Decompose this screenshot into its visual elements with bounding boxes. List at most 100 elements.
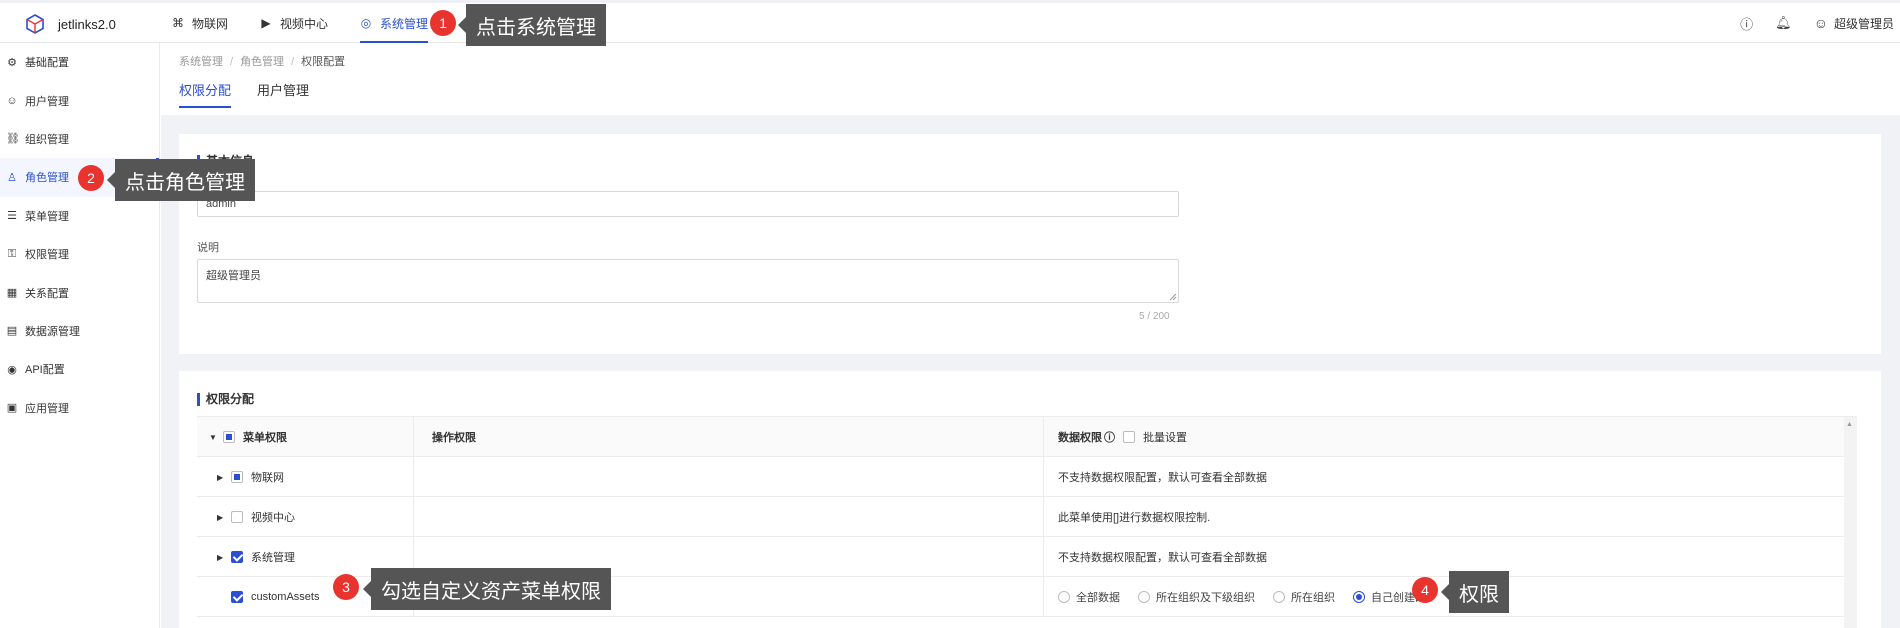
top-header: jetlinks2.0 ⌘ 物联网 ▶ 视频中心 ◎ 系统管理 ⓘ 🔔︎ ☺ 超… <box>0 0 1900 43</box>
question-icon[interactable]: ⓘ <box>1104 429 1115 445</box>
breadcrumb-item[interactable]: 系统管理 <box>179 56 223 68</box>
org-icon: ⛓ <box>6 133 20 146</box>
sidebar-item-label: 菜单管理 <box>25 210 69 223</box>
header-actions: ⓘ 🔔︎ ☺ 超级管理员 <box>1718 3 1894 43</box>
sidebar-item-label: 权限管理 <box>25 249 69 262</box>
sidebar-item-menu[interactable]: ☰ 菜单管理 <box>0 197 159 235</box>
sidebar-item-label: API配置 <box>25 364 65 377</box>
user-avatar-icon: ☺ <box>1813 15 1828 31</box>
desc-textarea[interactable]: 超级管理员 <box>197 259 1179 303</box>
step-tooltip-2: 点击角色管理 <box>107 159 255 201</box>
users-icon: ☺ <box>6 94 18 107</box>
sidebar-item-label: 关系配置 <box>25 287 69 300</box>
datasource-icon: ▤ <box>6 325 18 338</box>
api-icon: ◉ <box>7 363 17 376</box>
sidebar-item-label: 用户管理 <box>25 95 69 108</box>
sidebar-item-label: 组织管理 <box>25 133 69 146</box>
desc-text: 超级管理员 <box>206 270 261 282</box>
system-icon: ◎ <box>360 16 372 30</box>
step-badge-3: 3 <box>333 574 359 600</box>
sidebar: ⚙ 基础配置 ☺ 用户管理 ⛓ 组织管理 ♙ 角色管理 ☰ 菜单管理 ⚿ 权限管理 ▦ 关系配… <box>0 43 160 628</box>
menu-name: customAssets <box>251 591 320 603</box>
role-name-input[interactable]: admin <box>197 191 1179 217</box>
top-nav: ⌘ 物联网 ▶ 视频中心 ◎ 系统管理 <box>172 3 460 43</box>
radio-org[interactable]: 所在组织 <box>1273 589 1335 605</box>
radio-org-and-sub[interactable]: 所在组织及下级组织 <box>1138 589 1255 605</box>
breadcrumb: 系统管理 / 角色管理 / 权限配置 <box>179 56 346 68</box>
sidebar-item-label: 基础配置 <box>25 57 69 70</box>
char-counter: 5 / 200 <box>1139 311 1170 322</box>
radio-all-data[interactable]: 全部数据 <box>1058 589 1120 605</box>
sidebar-item-relation[interactable]: ▦ 关系配置 <box>0 273 159 311</box>
table-row: ▶ 视频中心 此菜单使用[]进行数据权限控制. <box>197 497 1857 537</box>
expand-caret-icon[interactable]: ▶ <box>217 553 227 562</box>
tab-user-manage[interactable]: 用户管理 <box>257 80 309 108</box>
sidebar-item-app[interactable]: ▣ 应用管理 <box>0 389 159 427</box>
row-checkbox[interactable] <box>231 511 243 523</box>
batch-set-checkbox[interactable] <box>1123 431 1135 443</box>
user-menu[interactable]: ☺ 超级管理员 <box>1814 15 1894 32</box>
data-permission-text: 不支持数据权限配置，默认可查看全部数据 <box>1058 472 1267 484</box>
breadcrumb-item[interactable]: 角色管理 <box>240 56 284 68</box>
sidebar-item-users[interactable]: ☺ 用户管理 <box>0 81 159 119</box>
permission-title: 权限分配 <box>197 393 254 406</box>
op-permission-header: 操作权限 <box>432 432 476 444</box>
expand-caret-icon[interactable]: ▶ <box>217 473 227 482</box>
topnav-label: 视频中心 <box>280 16 329 31</box>
row-checkbox[interactable] <box>231 551 243 563</box>
scroll-up-icon[interactable]: ▲ <box>1846 421 1853 428</box>
row-checkbox[interactable] <box>231 471 243 483</box>
topnav-system[interactable]: ◎ 系统管理 <box>360 3 429 43</box>
bell-icon[interactable]: 🔔︎ <box>1775 15 1792 31</box>
menu-name: 系统管理 <box>251 552 295 564</box>
sidebar-item-permission[interactable]: ⚿ 权限管理 <box>0 235 159 273</box>
app-logo[interactable]: jetlinks2.0 <box>24 13 116 35</box>
app-name: jetlinks2.0 <box>58 16 116 32</box>
step-badge-1: 1 <box>430 10 456 36</box>
menu-name: 物联网 <box>251 472 284 484</box>
menu-name: 视频中心 <box>251 512 295 524</box>
gear-icon: ⚙ <box>7 56 17 69</box>
app-icon: ▣ <box>6 402 18 415</box>
data-permission-header: 数据权限 <box>1058 432 1102 444</box>
relation-icon: ▦ <box>6 287 18 300</box>
page-header: 系统管理 / 角色管理 / 权限配置 权限分配 用户管理 <box>161 43 1900 115</box>
table-row: ▶ 物联网 不支持数据权限配置，默认可查看全部数据 <box>197 457 1857 497</box>
role-icon: ♙ <box>7 171 17 184</box>
custom-assets-checkbox[interactable] <box>231 591 243 603</box>
expand-caret-icon[interactable]: ▶ <box>217 513 227 522</box>
sidebar-item-label: 应用管理 <box>25 402 69 415</box>
topnav-label: 系统管理 <box>380 16 429 31</box>
sidebar-item-datasource[interactable]: ▤ 数据源管理 <box>0 312 159 350</box>
data-permission-text: 不支持数据权限配置，默认可查看全部数据 <box>1058 552 1267 564</box>
sidebar-item-org[interactable]: ⛓ 组织管理 <box>0 120 159 158</box>
sidebar-item-api[interactable]: ◉ API配置 <box>0 350 159 388</box>
sidebar-item-label: 角色管理 <box>25 172 69 185</box>
table-header-row: ▼ 菜单权限 操作权限 数据权限 ⓘ 批量设置 <box>197 417 1857 457</box>
iot-icon: ⌘ <box>172 16 184 30</box>
topnav-label: 物联网 <box>192 16 229 31</box>
menu-permission-header: 菜单权限 <box>243 432 287 444</box>
topnav-video[interactable]: ▶ 视频中心 <box>260 3 328 43</box>
basic-info-card: 基本信息 admin 说明 超级管理员 5 / 200 <box>179 134 1881 354</box>
topnav-iot[interactable]: ⌘ 物联网 <box>172 3 228 43</box>
table-scrollbar[interactable]: ▲ <box>1844 417 1857 628</box>
tab-bar: 权限分配 用户管理 <box>179 80 335 108</box>
sidebar-item-label: 数据源管理 <box>25 325 80 338</box>
permission-icon: ⚿ <box>7 247 17 260</box>
step-tooltip-3: 勾选自定义资产菜单权限 <box>363 568 611 610</box>
collapse-caret-icon[interactable]: ▼ <box>209 433 219 442</box>
tab-permission-assign[interactable]: 权限分配 <box>179 80 232 108</box>
step-badge-4: 4 <box>1412 577 1438 603</box>
menu-select-all-checkbox[interactable] <box>223 431 235 443</box>
user-name: 超级管理员 <box>1833 16 1894 31</box>
sidebar-item-basic[interactable]: ⚙ 基础配置 <box>0 43 159 81</box>
cube-logo-icon <box>26 14 44 34</box>
help-icon[interactable]: ⓘ <box>1740 14 1753 33</box>
main-content: 系统管理/角色管理/权限配置 权限分配 用户管理 基本信息 admin 说明 超… <box>161 43 1900 628</box>
resize-handle-icon[interactable] <box>1169 293 1177 301</box>
video-icon: ▶ <box>261 16 271 30</box>
breadcrumb-current: 权限配置 <box>301 56 346 68</box>
desc-label: 说明 <box>197 242 219 254</box>
step-tooltip-4: 权限 <box>1441 571 1509 613</box>
